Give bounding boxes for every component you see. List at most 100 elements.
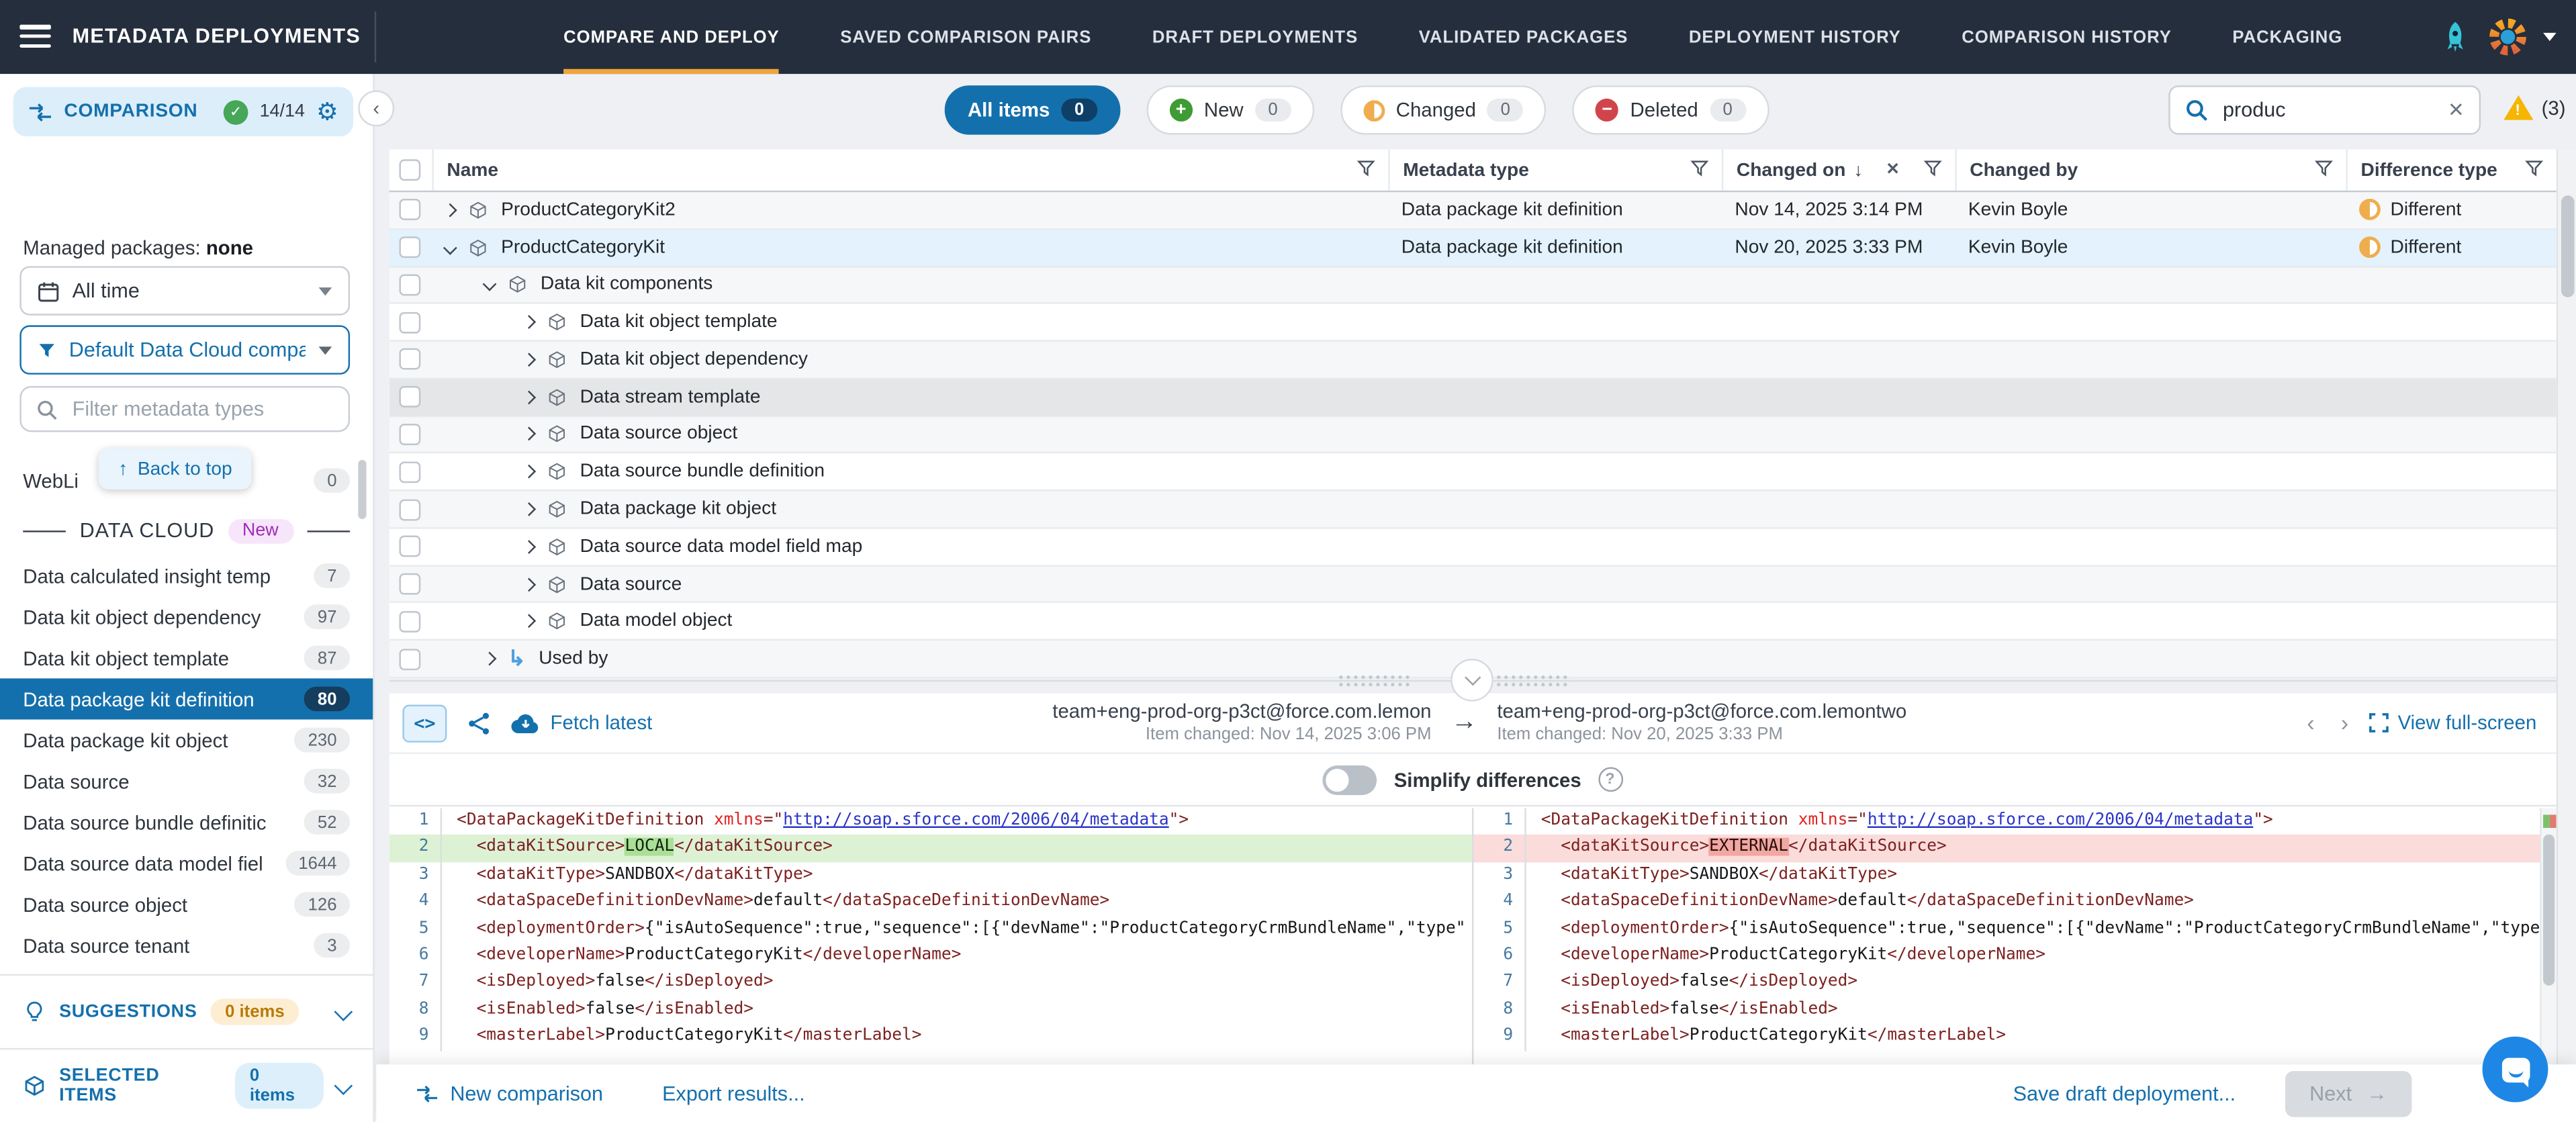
sidebar-item-data-kit-object-template[interactable]: Data kit object template87: [0, 637, 373, 678]
chevron-right-icon[interactable]: [522, 465, 536, 479]
filter-chip-changed[interactable]: Changed0: [1340, 85, 1547, 134]
sidebar-item-data-package-kit-object[interactable]: Data package kit object230: [0, 720, 373, 761]
chevron-right-icon[interactable]: [522, 390, 536, 404]
table-row[interactable]: ProductCategoryKit2Data package kit defi…: [389, 192, 2557, 230]
table-row[interactable]: Data source object: [389, 416, 2557, 454]
chevron-right-icon[interactable]: [522, 540, 536, 554]
suggestions-panel[interactable]: SUGGESTIONS 0 items: [0, 974, 373, 1048]
row-checkbox[interactable]: [399, 237, 420, 259]
filter-chip-all-items[interactable]: All items0: [945, 85, 1120, 134]
view-fullscreen-button[interactable]: View full-screen: [2368, 711, 2537, 734]
filter-chip-deleted[interactable]: −Deleted0: [1573, 85, 1769, 134]
table-row[interactable]: Data source bundle definition: [389, 454, 2557, 492]
chat-widget-button[interactable]: [2483, 1037, 2548, 1103]
row-checkbox[interactable]: [399, 573, 420, 595]
row-checkbox[interactable]: [399, 386, 420, 408]
chevron-right-icon[interactable]: [522, 428, 536, 442]
export-results-button[interactable]: Export results...: [662, 1082, 804, 1105]
next-button[interactable]: Next →: [2285, 1070, 2411, 1117]
sidebar-item-data-stream-template[interactable]: Data stream template52: [0, 966, 373, 972]
rocket-icon[interactable]: [2438, 16, 2472, 57]
selected-items-panel[interactable]: SELECTED ITEMS 0 items: [0, 1048, 373, 1122]
filter-funnel-icon[interactable]: [1690, 158, 1708, 181]
target-code-pane[interactable]: 1<DataPackageKitDefinition xmlns="http:/…: [1473, 808, 2556, 1065]
splitter-drag-handle[interactable]: [1495, 673, 1571, 688]
clear-search-icon[interactable]: ✕: [2448, 99, 2465, 122]
nav-item-validated-packages[interactable]: VALIDATED PACKAGES: [1419, 0, 1628, 74]
nav-item-compare-and-deploy[interactable]: COMPARE AND DEPLOY: [563, 0, 780, 74]
table-row[interactable]: Data package kit object: [389, 492, 2557, 529]
nav-item-comparison-history[interactable]: COMPARISON HISTORY: [1962, 0, 2172, 74]
row-checkbox[interactable]: [399, 498, 420, 520]
account-logo-icon[interactable]: [2487, 16, 2528, 57]
filter-funnel-icon[interactable]: [2315, 158, 2333, 181]
column-header-name[interactable]: Name: [432, 150, 1388, 191]
chevron-right-icon[interactable]: [483, 652, 497, 666]
sidebar-scrollbar[interactable]: [358, 460, 366, 519]
row-checkbox[interactable]: [399, 312, 420, 333]
code-view-button[interactable]: <>: [402, 704, 447, 741]
sidebar-item-data-source-tenant[interactable]: Data source tenant3: [0, 925, 373, 966]
table-row[interactable]: Data kit object dependency: [389, 342, 2557, 379]
table-row[interactable]: Data model object: [389, 604, 2557, 641]
chevron-right-icon[interactable]: [522, 502, 536, 516]
collapse-diff-panel-button[interactable]: [1451, 659, 1493, 702]
nav-item-saved-comparison-pairs[interactable]: SAVED COMPARISON PAIRS: [840, 0, 1091, 74]
settings-gear-icon[interactable]: ⚙: [316, 99, 338, 124]
menu-icon[interactable]: [19, 25, 50, 48]
sidebar-item-data-source-bundle-definitic[interactable]: Data source bundle definitic52: [0, 802, 373, 843]
next-difference-icon[interactable]: ›: [2341, 710, 2348, 736]
vertical-scrollbar[interactable]: [2557, 150, 2576, 1065]
search-input[interactable]: [2219, 97, 2436, 123]
sidebar-item-data-source-data-model-fiel[interactable]: Data source data model fiel1644: [0, 843, 373, 884]
sidebar-item-data-source[interactable]: Data source32: [0, 761, 373, 802]
row-checkbox[interactable]: [399, 461, 420, 483]
sidebar-item-data-calculated-insight-temp[interactable]: Data calculated insight temp7: [0, 555, 373, 596]
chevron-right-icon[interactable]: [522, 614, 536, 628]
filter-funnel-icon[interactable]: [1924, 158, 1942, 181]
simplify-differences-toggle[interactable]: [1324, 765, 1378, 794]
row-checkbox[interactable]: [399, 349, 420, 371]
nav-item-draft-deployments[interactable]: DRAFT DEPLOYMENTS: [1152, 0, 1358, 74]
chevron-right-icon[interactable]: [522, 577, 536, 591]
chevron-right-icon[interactable]: [522, 316, 536, 330]
save-draft-deployment-button[interactable]: Save draft deployment...: [2013, 1082, 2236, 1105]
row-checkbox[interactable]: [399, 648, 420, 669]
back-to-top-button[interactable]: ↑ Back to top: [99, 449, 252, 489]
previous-difference-icon[interactable]: ‹: [2307, 710, 2314, 736]
splitter-drag-handle[interactable]: [1337, 673, 1413, 688]
row-checkbox[interactable]: [399, 274, 420, 295]
clear-sort-icon[interactable]: ✕: [1886, 161, 1900, 179]
search-warning[interactable]: (3): [2503, 95, 2565, 120]
sidebar-item-data-source-object[interactable]: Data source object126: [0, 884, 373, 925]
account-caret-icon[interactable]: [2543, 33, 2557, 41]
table-row[interactable]: Data source: [389, 566, 2557, 604]
filter-funnel-icon[interactable]: [2525, 158, 2543, 181]
comparison-filter-dropdown[interactable]: Default Data Cloud compari: [19, 325, 350, 374]
filter-metadata-types-input[interactable]: [69, 396, 334, 422]
new-comparison-button[interactable]: New comparison: [416, 1082, 603, 1105]
fetch-latest-button[interactable]: Fetch latest: [511, 711, 652, 734]
row-checkbox[interactable]: [399, 199, 420, 221]
table-row[interactable]: Data source data model field map: [389, 528, 2557, 566]
nav-item-packaging[interactable]: PACKAGING: [2232, 0, 2342, 74]
sidebar-item-data-kit-object-dependency[interactable]: Data kit object dependency97: [0, 596, 373, 637]
scrollbar-thumb[interactable]: [2543, 835, 2555, 986]
filter-chip-new[interactable]: +New0: [1146, 85, 1314, 134]
chevron-right-icon[interactable]: [522, 353, 536, 367]
row-checkbox[interactable]: [399, 536, 420, 557]
collapse-sidebar-button[interactable]: ‹: [358, 91, 394, 127]
table-row[interactable]: Data kit object template: [389, 304, 2557, 342]
row-checkbox[interactable]: [399, 611, 420, 633]
row-checkbox[interactable]: [399, 424, 420, 445]
column-header-metadata-type[interactable]: Metadata type: [1388, 150, 1722, 191]
table-row[interactable]: Data kit components: [389, 267, 2557, 305]
share-icon[interactable]: [467, 710, 492, 735]
sidebar-item-data-package-kit-definition[interactable]: Data package kit definition80: [0, 678, 373, 719]
table-row[interactable]: Data stream template: [389, 379, 2557, 417]
column-header-changed-on[interactable]: Changed on ↓ ✕: [1722, 150, 1955, 191]
diff-scrollbar[interactable]: [2540, 808, 2556, 1065]
scrollbar-thumb[interactable]: [2561, 195, 2575, 297]
chevron-right-icon[interactable]: [443, 203, 457, 217]
select-all-checkbox[interactable]: [399, 159, 420, 181]
